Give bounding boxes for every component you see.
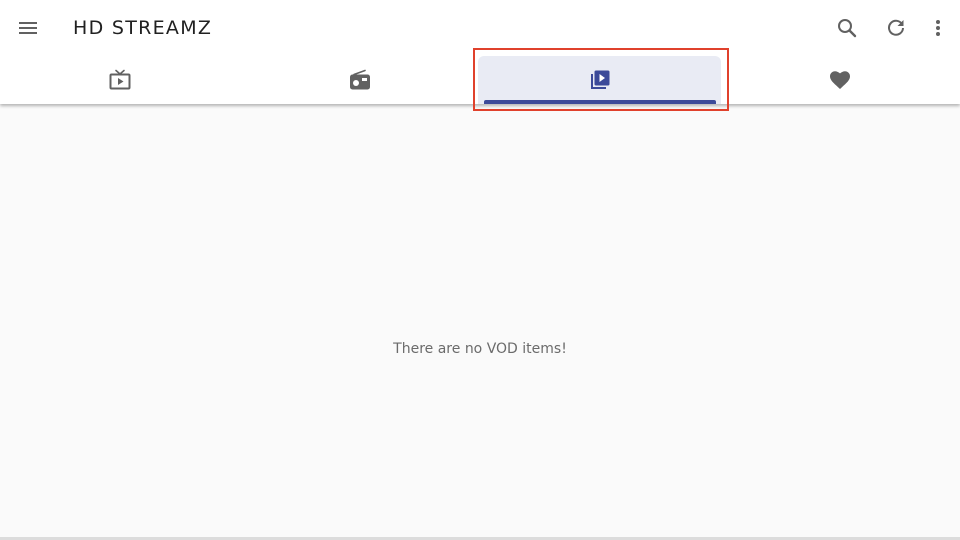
menu-button[interactable] bbox=[12, 12, 44, 44]
more-vert-icon bbox=[936, 20, 940, 36]
app-window: HD STREAMZ There are no VOD items! bbox=[0, 0, 960, 540]
toolbar: HD STREAMZ bbox=[0, 0, 960, 56]
more-options-button[interactable] bbox=[922, 12, 954, 44]
tv-play-icon bbox=[109, 69, 131, 90]
tab-bar bbox=[0, 56, 960, 104]
radio-icon bbox=[350, 69, 370, 90]
app-title: HD STREAMZ bbox=[73, 17, 213, 39]
video-library-icon bbox=[591, 70, 610, 89]
search-button[interactable] bbox=[831, 12, 863, 44]
tab-radio[interactable] bbox=[240, 56, 480, 104]
refresh-icon bbox=[888, 19, 904, 36]
heart-icon bbox=[830, 71, 850, 89]
empty-state-message: There are no VOD items! bbox=[393, 341, 567, 357]
search-icon bbox=[838, 19, 857, 38]
tab-vod[interactable] bbox=[478, 56, 721, 104]
tab-favorites[interactable] bbox=[720, 56, 960, 104]
refresh-button[interactable] bbox=[880, 12, 912, 44]
tab-live-tv[interactable] bbox=[0, 56, 240, 104]
app-bar: HD STREAMZ bbox=[0, 0, 960, 104]
menu-icon bbox=[19, 22, 37, 34]
selected-tab-indicator bbox=[484, 100, 716, 104]
